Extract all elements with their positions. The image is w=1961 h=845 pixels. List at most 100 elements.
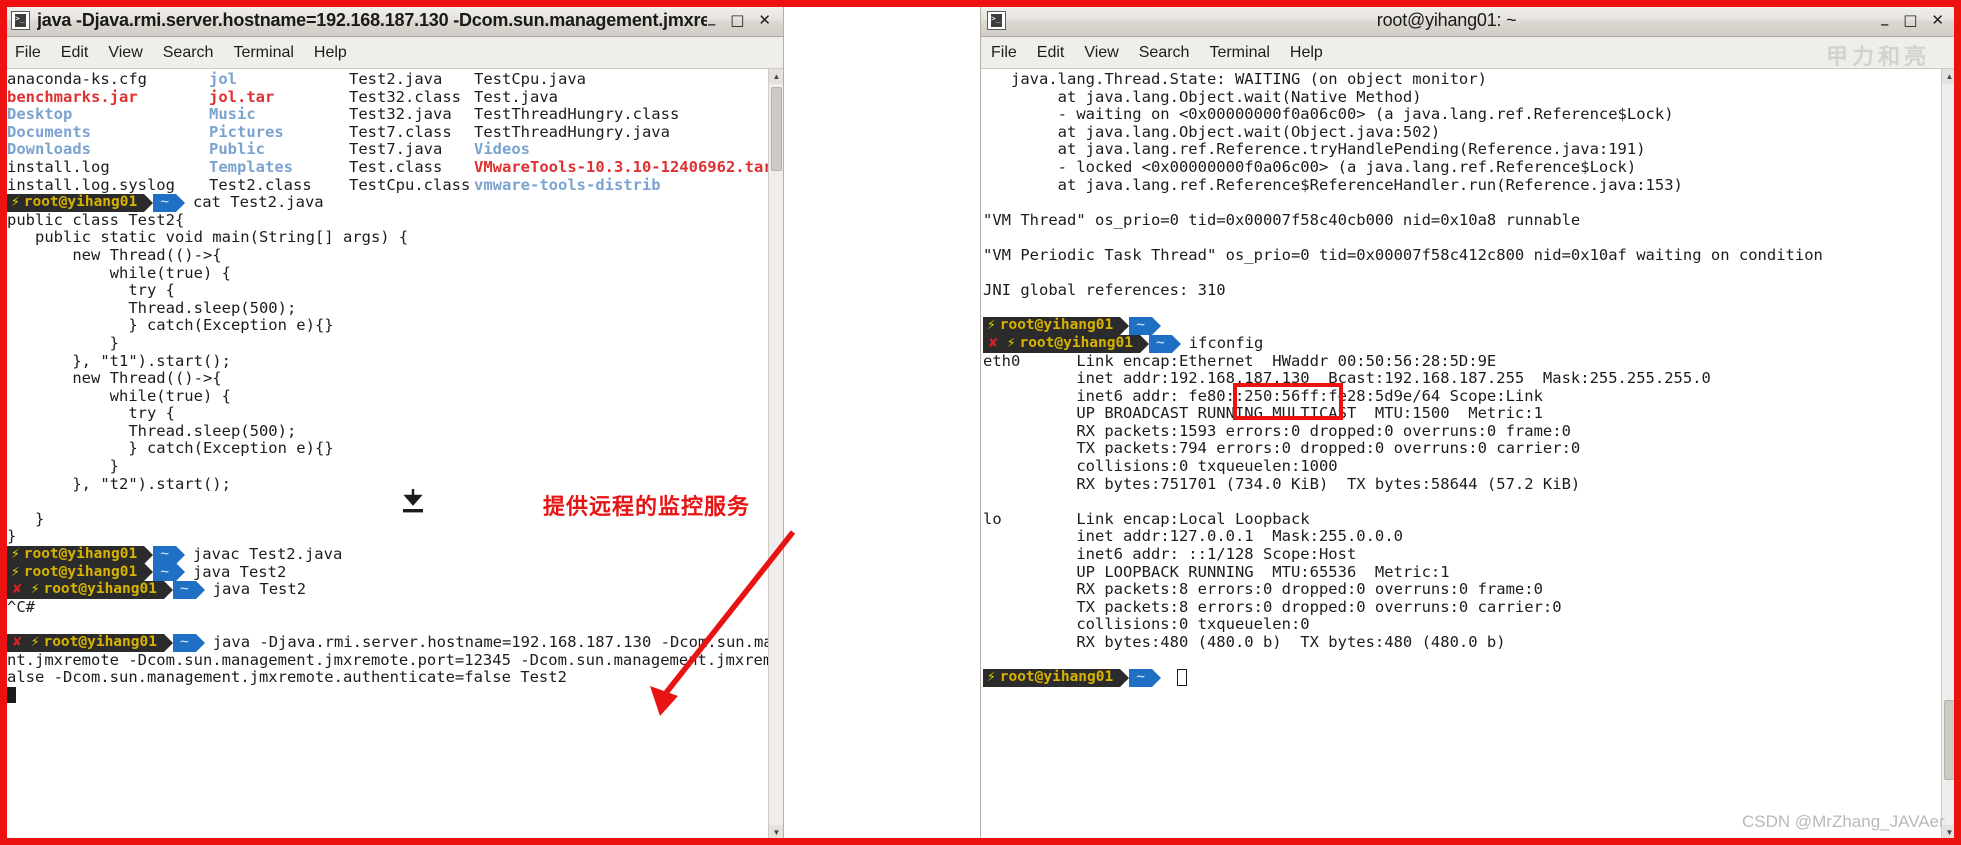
file-listing-row: install.log.syslog Test2.class TestCpu.cla…	[7, 175, 768, 195]
prompt-path-segment: ~	[172, 581, 196, 599]
scroll-up-icon[interactable]: ▲	[769, 69, 783, 84]
menu-item-file[interactable]: File	[15, 44, 41, 62]
java-source-line: public class Test2{	[7, 210, 185, 229]
prompt-user-segment: ⚡ root@yihang01	[1002, 334, 1140, 353]
file-listing-row: anaconda-ks.cfg jol Test2.java TestCpu.java	[7, 70, 768, 89]
menu-item-help[interactable]: Help	[314, 44, 347, 62]
prompt-user-segment: ⚡ root@yihang01	[983, 317, 1121, 335]
file-entry: TestCpu.class	[349, 175, 471, 194]
prompt-separator-icon	[175, 545, 185, 564]
scroll-thumb[interactable]	[1944, 700, 1955, 780]
menu-item-help[interactable]: Help	[1290, 44, 1323, 62]
menu-item-search[interactable]: Search	[163, 44, 214, 62]
right-terminal-window[interactable]: root@yihang01: ~ – □ ✕ File Edit View Se…	[980, 4, 1957, 841]
prompt-bolt-icon: ⚡	[30, 581, 40, 598]
prompt-separator-icon	[1151, 317, 1161, 336]
scroll-up-icon[interactable]: ▲	[1942, 69, 1956, 84]
prompt-bolt-icon: ⚡	[987, 317, 996, 334]
close-button[interactable]: ✕	[758, 13, 771, 28]
minimize-button[interactable]: –	[707, 15, 716, 34]
prompt-user-label: root@yihang01	[999, 317, 1114, 334]
scroll-down-icon[interactable]: ▼	[769, 825, 783, 840]
java-source-line: }, "t1").start();	[7, 351, 231, 370]
left-window-controls[interactable]: – □ ✕	[707, 12, 777, 34]
file-entry: Desktop	[7, 105, 73, 124]
thread-dump-line: at java.lang.Object.wait(Object.java:502…	[983, 122, 1441, 141]
file-entry: Test2.java	[349, 70, 443, 88]
menu-item-file[interactable]: File	[991, 44, 1017, 62]
prompt-path-segment: ~	[1148, 334, 1172, 353]
prompt-user-segment: ⚡ root@yihang01	[26, 634, 164, 652]
file-entry: Test32.class	[349, 87, 461, 106]
file-entry: Test2.class	[209, 175, 312, 194]
close-button[interactable]: ✕	[1931, 13, 1944, 28]
menu-item-terminal[interactable]: Terminal	[1209, 44, 1269, 62]
right-terminal-output[interactable]: java.lang.Thread.State: WAITING (on obje…	[981, 69, 1941, 840]
menu-item-view[interactable]: View	[1084, 44, 1118, 62]
prompt-user-label: root@yihang01	[23, 546, 138, 563]
prompt-bolt-icon: ⚡	[11, 563, 20, 580]
annotation-note: 提供远程的监控服务	[543, 495, 751, 520]
menu-item-search[interactable]: Search	[1139, 44, 1190, 62]
prompt-bolt-icon: ⚡	[987, 669, 996, 686]
file-entry: anaconda-ks.cfg	[7, 70, 147, 88]
prompt-path-segment: ~	[1129, 317, 1152, 335]
minimize-button[interactable]: –	[1880, 15, 1889, 34]
menu-item-view[interactable]: View	[108, 44, 142, 62]
prompt-user-label: root@yihang01	[23, 194, 138, 211]
prompt-user-label: root@yihang01	[1019, 334, 1133, 351]
prompt-fail-icon: ✘	[7, 581, 27, 599]
prompt-user-label: root@yihang01	[23, 563, 138, 580]
prompt-separator-icon	[1151, 668, 1161, 687]
maximize-button[interactable]: □	[730, 13, 744, 28]
left-menubar[interactable]: File Edit View Search Terminal Help	[5, 37, 783, 69]
menu-item-edit[interactable]: Edit	[61, 44, 89, 62]
java-source-line: } catch(Exception e){}	[7, 316, 334, 335]
shell-command-text: ifconfig	[1188, 333, 1264, 352]
prompt-fail-icon: ✘	[7, 634, 27, 652]
file-listing-row: benchmarks.jar jol.tar Test32.class Test.ja…	[7, 87, 768, 107]
file-entry: jol	[209, 70, 237, 88]
prompt-separator-icon	[1171, 334, 1181, 353]
terminal-icon	[11, 11, 30, 30]
ifconfig-output-line: RX bytes:480 (480.0 b) TX bytes:480 (480…	[983, 633, 1506, 651]
ifconfig-output-line	[983, 652, 1941, 670]
menu-item-edit[interactable]: Edit	[1037, 44, 1065, 62]
prompt-separator-icon	[195, 581, 205, 600]
prompt-separator-icon	[144, 563, 154, 582]
prompt-user-segment: ⚡ root@yihang01	[983, 669, 1121, 687]
thread-dump-line	[983, 265, 1941, 283]
cjk-watermark: 甲力和亮	[1825, 44, 1930, 69]
ifconfig-output-line: inet6 addr: ::1/128 Scope:Host	[983, 545, 1357, 564]
screenshot-root: java -Djava.rmi.server.hostname=192.168.…	[0, 0, 1961, 845]
thread-dump-line: at java.lang.Object.wait(Native Method)	[983, 87, 1422, 106]
prompt-user-label: root@yihang01	[999, 669, 1114, 686]
right-titlebar[interactable]: root@yihang01: ~ – □ ✕	[981, 5, 1956, 37]
file-entry: benchmarks.jar	[7, 87, 138, 106]
right-menubar[interactable]: File Edit View Search Terminal Help 甲力和亮	[981, 37, 1956, 69]
file-entry: Test7.java	[349, 140, 443, 159]
left-titlebar[interactable]: java -Djava.rmi.server.hostname=192.168.…	[5, 5, 783, 37]
right-window-controls[interactable]: – □ ✕	[1880, 12, 1950, 34]
prompt-bolt-icon: ⚡	[11, 546, 20, 563]
right-scrollbar[interactable]: ▲ ▼	[1941, 69, 1956, 840]
prompt-path-segment: ~	[153, 563, 176, 582]
prompt-bolt-icon: ⚡	[1006, 334, 1016, 351]
file-entry: install.log.syslog	[7, 175, 175, 194]
thread-dump-line: "VM Thread" os_prio=0 tid=0x00007f58c40c…	[983, 210, 1581, 229]
ifconfig-output-line: lo Link encap:Local Loopback	[983, 509, 1310, 528]
scroll-thumb[interactable]	[771, 87, 782, 171]
shell-command-text: java Test2	[192, 562, 287, 581]
shell-command-text: javac Test2.java	[192, 545, 343, 564]
thread-dump-line	[983, 229, 1941, 247]
menu-item-terminal[interactable]: Terminal	[233, 44, 293, 62]
prompt-separator-icon	[144, 193, 154, 212]
prompt-separator-icon	[163, 633, 173, 652]
file-entry: Public	[209, 140, 265, 159]
thread-dump-line: at java.lang.ref.Reference.tryHandlePend…	[983, 140, 1646, 159]
terminal-icon	[987, 11, 1006, 30]
maximize-button[interactable]: □	[1903, 13, 1917, 28]
prompt-path-segment: ~	[172, 634, 196, 652]
file-entry: Music	[209, 105, 256, 124]
shell-prompt-line: ✘ ⚡ root@yihang01 ~ ifconfig	[983, 333, 1941, 353]
